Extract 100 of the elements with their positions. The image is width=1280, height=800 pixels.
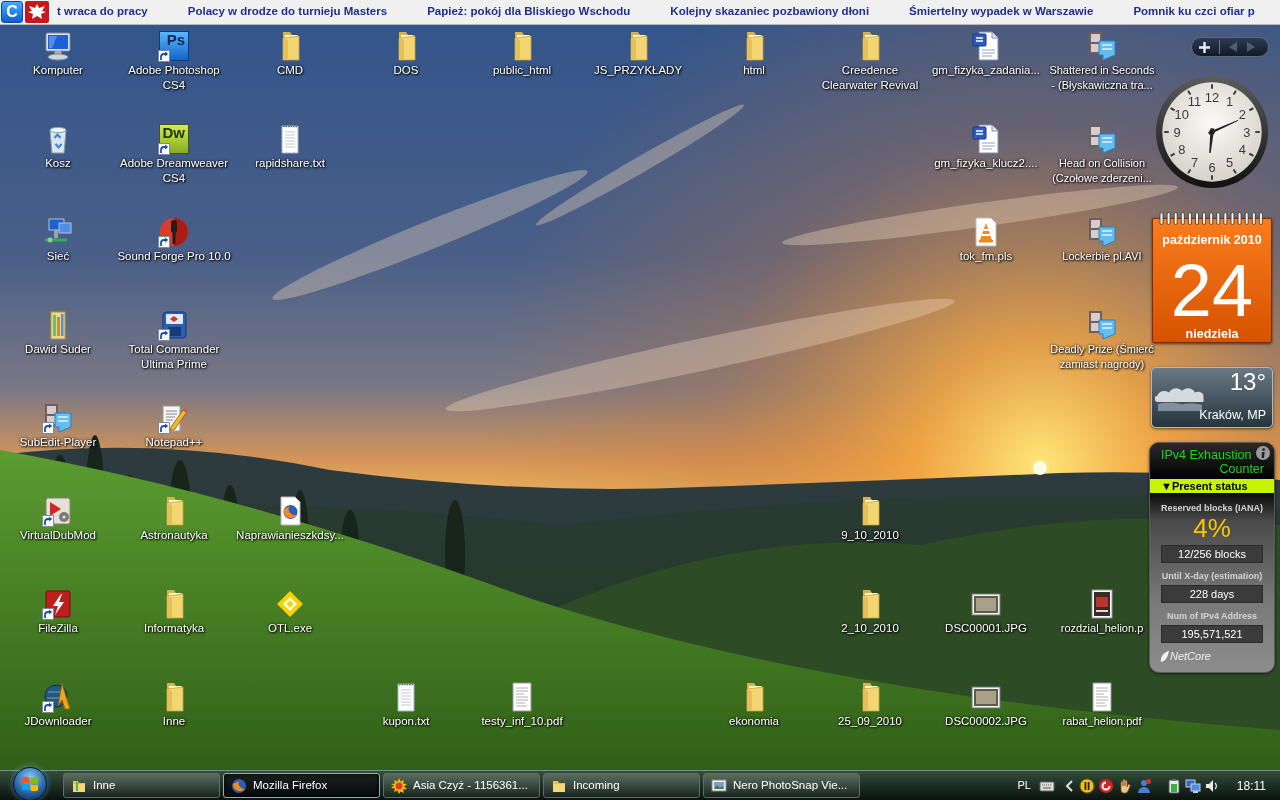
triangle-right-icon <box>1247 42 1255 52</box>
desktop-item[interactable]: Komputer <box>33 30 83 78</box>
pause-circle-icon[interactable] <box>1078 777 1095 794</box>
stat-value: 228 days <box>1161 585 1263 603</box>
stat-detail: 12/256 blocks <box>1161 545 1263 563</box>
minute-hand <box>1208 120 1239 135</box>
desktop-item[interactable]: Naprawianieszkdsy... <box>236 495 344 543</box>
desktop-item[interactable]: html <box>738 30 770 78</box>
desktop-item[interactable]: Astronautyka <box>140 495 208 543</box>
month-label: październik 2010 <box>1162 233 1262 248</box>
photo-viewer-icon <box>711 777 727 794</box>
desktop-item[interactable]: OTL.exe <box>267 588 313 636</box>
desktop-item[interactable]: rabat_helion.pdf <box>1062 681 1142 729</box>
desktop-item[interactable]: DSC00002.JPG <box>945 681 1027 729</box>
desktop-item[interactable]: rapidshare.txt <box>255 123 325 171</box>
desktop-item[interactable]: DSC00001.JPG <box>945 588 1027 636</box>
desktop-item[interactable]: JDownloader <box>24 681 92 729</box>
desktop-item[interactable]: VirtualDubMod <box>20 495 96 543</box>
clock-numeral: 4 <box>1238 142 1246 158</box>
clock-numeral: 9 <box>1173 124 1181 140</box>
user-icon[interactable] <box>1135 777 1152 794</box>
taskbar-button[interactable]: Inne <box>63 773 220 798</box>
clock-numeral: 1 <box>1225 94 1234 110</box>
globe-icon <box>231 777 247 794</box>
desktop-item[interactable]: DOS <box>390 30 422 78</box>
desktop-item[interactable]: Sieć <box>42 216 74 264</box>
stat-label: Reserved blocks (IANA) <box>1160 502 1263 514</box>
gadget-title: Counter <box>1219 462 1264 476</box>
desktop-item[interactable]: CMD <box>274 30 306 78</box>
add-gadget-button[interactable] <box>1199 41 1210 53</box>
clock-numeral: 8 <box>1178 142 1186 158</box>
clock-numeral: 3 <box>1243 124 1251 140</box>
desktop-item[interactable]: Shattered in Seconds - (Błyskawiczna tra... <box>1049 30 1155 93</box>
desktop-item[interactable]: Total Commander Ultima Prime <box>117 309 231 372</box>
show-hidden-icons-button[interactable] <box>1064 779 1073 792</box>
clock-numeral: 6 <box>1208 159 1216 175</box>
headline-link[interactable]: Polacy w drodze do turnieju Masters <box>187 3 388 21</box>
lightning-tile-icon <box>42 588 74 620</box>
clock-numeral: 12 <box>1204 89 1220 105</box>
desktop-item[interactable]: Informatyka <box>143 588 205 636</box>
desktop-item[interactable]: 25_09_2010 <box>838 681 902 729</box>
emblem-icon[interactable] <box>25 1 49 23</box>
headline-link[interactable]: Śmiertelny wypadek w Warszawie <box>909 3 1094 21</box>
desktop-item[interactable]: Dawid Suder <box>25 309 91 357</box>
computer-icon <box>42 30 74 62</box>
desktop-item[interactable]: 9_10_2010 <box>841 495 899 543</box>
desktop-item[interactable]: Kosz <box>42 123 74 171</box>
clock-numeral: 5 <box>1225 154 1234 170</box>
desktop-item[interactable]: testy_inf_10.pdf <box>481 681 563 729</box>
diamond-pattern-icon <box>274 588 306 620</box>
desktop-item[interactable]: Sound Forge Pro 10.0 <box>117 216 231 264</box>
gadget-title: IPv4 Exhaustion <box>1161 448 1252 462</box>
desktop-item[interactable]: tok_fm.pls <box>959 216 1013 264</box>
clock-time[interactable]: 18:11 <box>1236 776 1266 795</box>
desktop-item[interactable]: rozdzial_helion.p <box>1060 588 1144 636</box>
desktop-item[interactable]: 2_10_2010 <box>841 588 899 636</box>
desktop-item[interactable]: FileZilla <box>38 588 78 636</box>
weekday-label: niedziela <box>1185 327 1239 342</box>
clock-numeral: 2 <box>1238 107 1246 123</box>
headline-link[interactable]: Pomnik ku czci ofiar p <box>1133 3 1255 21</box>
stat-value: 195,571,521 <box>1161 625 1263 643</box>
ring-badge-icon[interactable] <box>1097 777 1114 794</box>
desktop-item[interactable]: Creedence Clearwater Revival <box>813 30 927 93</box>
desktop-item[interactable]: ekonomia <box>729 681 779 729</box>
taskbar-button[interactable]: Asia Czyż - 1156361... <box>383 773 540 798</box>
desktop-item[interactable]: public_html <box>492 30 552 78</box>
taskbar-button[interactable]: Nero PhotoSnap Vie... <box>703 773 860 798</box>
desktop-item[interactable]: kupon.txt <box>382 681 430 729</box>
headline-link[interactable]: Papież: pokój dla Bliskiego Wschodu <box>427 3 631 21</box>
info-icon[interactable] <box>1256 446 1270 460</box>
document-icon <box>970 123 1002 155</box>
desktop-item[interactable]: Head on Collision (Czołowe zderzeni... <box>1049 123 1155 186</box>
desktop-item[interactable]: gm_fizyka_klucz2.... <box>934 123 1038 171</box>
desktop-item[interactable]: JS_PRZYKŁADY <box>593 30 683 78</box>
sun <box>1033 461 1047 475</box>
chevron-icon <box>1064 779 1073 792</box>
triangle-left-icon <box>1229 42 1237 52</box>
clock-numeral: 7 <box>1190 154 1199 170</box>
taskbar-button[interactable]: Mozilla Firefox <box>223 773 380 798</box>
clock-numeral: 11 <box>1187 94 1202 110</box>
headline-link[interactable]: t wraca do pracy <box>57 3 148 21</box>
desktop-item[interactable]: Lockerbie pl.AVI <box>1062 216 1142 264</box>
taskbar-button[interactable]: Incoming <box>543 773 700 798</box>
logo-text: NetCore <box>1170 649 1211 663</box>
network-icon[interactable] <box>1184 777 1201 794</box>
section-toggle[interactable]: ▼Present status <box>1150 479 1274 493</box>
film-strip-icon <box>1086 216 1118 248</box>
app-logo-button[interactable]: C <box>1 1 23 23</box>
location-label: Kraków, MP <box>1199 408 1266 423</box>
desktop-item[interactable]: Dw Adobe Dreamweaver CS4 <box>117 123 231 186</box>
stat-label: Until X-day (estimation) <box>1161 570 1263 582</box>
film-strip-icon <box>1086 30 1118 62</box>
language-indicator[interactable]: PL <box>1017 777 1031 794</box>
headline-link[interactable]: Kolejny skazaniec pozbawiony dłoni <box>670 3 870 21</box>
start-button[interactable] <box>13 766 47 800</box>
desktop-item[interactable]: Inne <box>158 681 190 729</box>
desktop-item[interactable]: gm_fizyka_zadania... <box>931 30 1040 78</box>
battery-icon[interactable] <box>1165 777 1182 794</box>
sun-face-icon <box>391 777 407 794</box>
desktop-item[interactable]: Ps Adobe Photoshop CS4 <box>117 30 231 93</box>
